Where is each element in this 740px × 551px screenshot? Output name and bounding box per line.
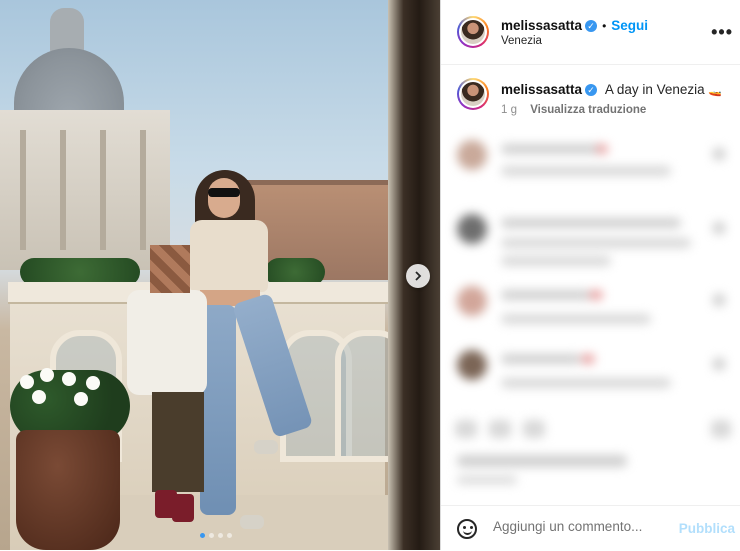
boat-emoji-icon: 🚤 [708, 85, 723, 97]
post-header: melissasatta ✓ • Segui Venezia ••• [441, 0, 740, 65]
basilica-dome [14, 48, 124, 118]
cyclamen-flower [40, 368, 54, 382]
facade-column [20, 130, 26, 250]
comment-line [501, 256, 611, 266]
author-username[interactable]: melissasatta [501, 18, 582, 33]
follow-button[interactable]: Segui [611, 18, 648, 33]
comment-line [501, 354, 581, 364]
sneaker [254, 440, 278, 454]
chevron-right-icon [415, 271, 422, 281]
cyclamen-flower [74, 392, 88, 406]
like-icon [455, 420, 477, 438]
carousel-dot [227, 533, 232, 538]
share-icon [523, 420, 545, 438]
comment-avatar [457, 214, 487, 244]
verified-badge-icon: ✓ [585, 84, 598, 97]
cyclamen-flower [62, 372, 76, 386]
comment-line [596, 144, 608, 154]
separator-dot: • [602, 19, 607, 33]
carousel-dots [200, 533, 232, 538]
comment-like-icon [713, 222, 725, 234]
comment-line [501, 314, 651, 324]
comment-line [501, 238, 691, 248]
post-location[interactable]: Venezia [501, 35, 542, 47]
facade-column [60, 130, 66, 250]
likes-line [457, 455, 627, 467]
date-line [457, 476, 517, 484]
blurred-comments [441, 130, 740, 500]
comment-input[interactable] [491, 518, 675, 535]
publish-button[interactable]: Pubblica [679, 521, 735, 536]
sunglasses [208, 188, 240, 197]
child-pants [152, 392, 204, 492]
child-shirt [127, 290, 207, 395]
post-caption: melissasatta ✓ A day in Venezia 🚤 [501, 82, 731, 97]
cyclamen-flower [20, 375, 34, 389]
save-icon [711, 420, 731, 438]
comment-like-icon [713, 148, 725, 160]
comment-line [501, 218, 681, 228]
comment-line [581, 354, 595, 364]
header-title-row: melissasatta ✓ • Segui [501, 17, 648, 35]
carousel-next-button[interactable] [406, 264, 430, 288]
sneaker [240, 515, 264, 529]
carousel-dot [200, 533, 205, 538]
woman-top [190, 220, 268, 292]
comment-icon [489, 420, 511, 438]
comment-like-icon [713, 358, 725, 370]
verified-badge-icon: ✓ [585, 19, 598, 32]
comment-avatar [457, 286, 487, 316]
basilica-lantern [50, 8, 84, 52]
caption-text: A day in Venezia [604, 82, 705, 97]
see-translation-link[interactable]: Visualizza traduzione [530, 104, 646, 116]
emoji-icon[interactable] [457, 519, 477, 539]
comment-line [501, 144, 601, 154]
child-shoe [172, 494, 194, 522]
comment-line [501, 290, 591, 300]
comment-line [501, 166, 671, 176]
cyclamen-flower [86, 376, 100, 390]
add-comment-bar: Pubblica [441, 505, 740, 551]
comment-avatar [457, 140, 487, 170]
comment-line [501, 378, 671, 388]
more-options-icon[interactable]: ••• [711, 22, 733, 43]
comment-like-icon [713, 294, 725, 306]
comment-avatar [457, 350, 487, 380]
caption-author-avatar[interactable] [457, 78, 489, 110]
cyclamen-flower [32, 390, 46, 404]
comment-line [589, 290, 603, 300]
post-time[interactable]: 1 g [501, 104, 517, 116]
facade-column [100, 130, 106, 250]
terracotta-pot [16, 430, 120, 550]
child-face-pixelated [150, 245, 190, 293]
post-side-panel: melissasatta ✓ • Segui Venezia ••• melissas… [440, 0, 740, 550]
carousel-dot [218, 533, 223, 538]
carousel-dot [209, 533, 214, 538]
caption-username[interactable]: melissasatta [501, 82, 582, 97]
caption-meta: 1 g Visualizza traduzione [501, 104, 646, 116]
post-photo[interactable] [0, 0, 440, 550]
facade-column [140, 130, 146, 250]
woman-face [208, 178, 240, 218]
author-avatar[interactable] [457, 16, 489, 48]
